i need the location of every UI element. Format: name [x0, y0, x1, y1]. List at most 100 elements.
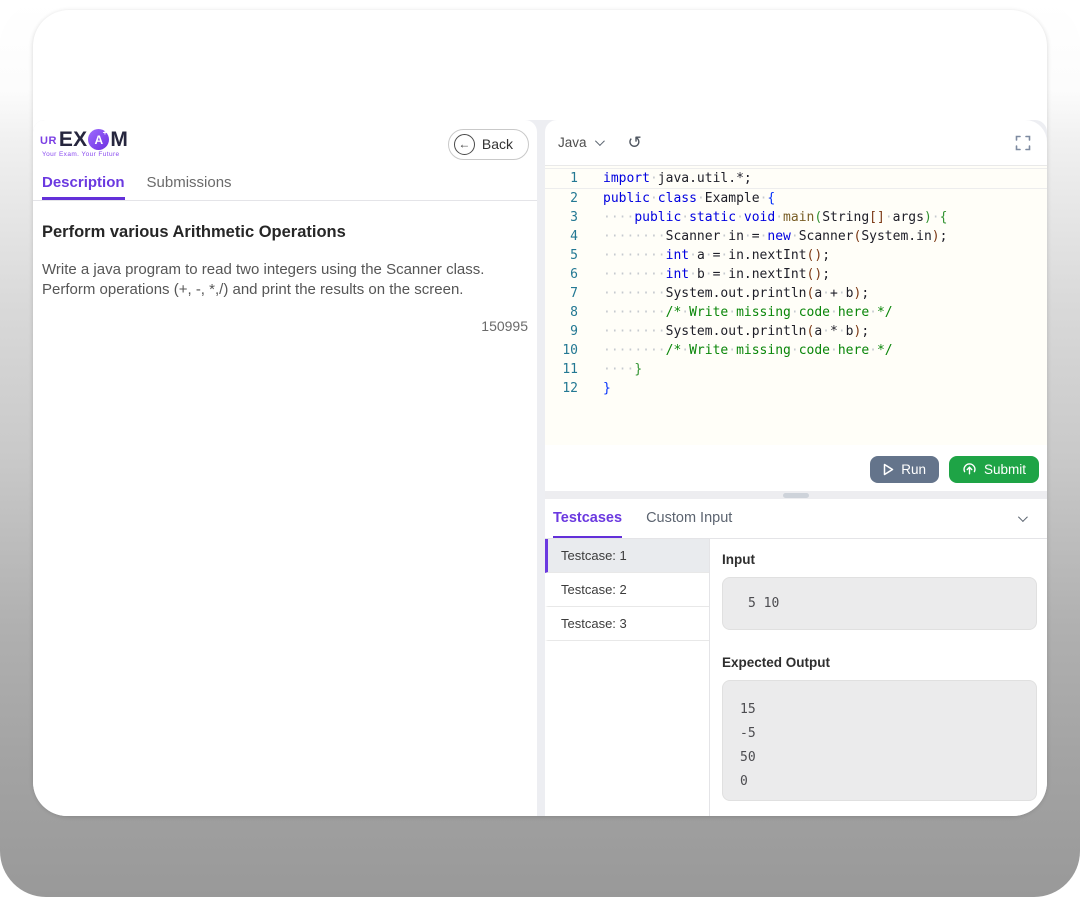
logo-plus: + [103, 129, 108, 137]
code-text: ········/*·Write·missing·code·here·*/ [603, 303, 893, 322]
expected-output-label: Expected Output [722, 655, 1037, 670]
whitespace-dot: · [736, 210, 744, 225]
code-token: ) [924, 210, 932, 225]
play-icon [883, 463, 894, 476]
whitespace-dot: · [603, 343, 611, 358]
code-line[interactable]: 12} [545, 379, 1047, 398]
testcase-detail: Input 5 10 Expected Output 15-5500 [710, 539, 1047, 816]
code-line[interactable]: 2public·class·Example·{ [545, 189, 1047, 208]
whitespace-dot: · [611, 362, 619, 377]
back-button[interactable]: ← Back [448, 129, 529, 160]
testcase-body: Testcase: 1Testcase: 2Testcase: 3 Input … [545, 539, 1047, 816]
collapse-chevron-icon[interactable] [1018, 512, 1028, 522]
back-button-label: Back [482, 136, 513, 152]
whitespace-dot: · [603, 267, 611, 282]
code-token: } [603, 381, 611, 396]
whitespace-dot: · [838, 324, 846, 339]
run-button[interactable]: Run [870, 456, 939, 483]
whitespace-dot: · [830, 305, 838, 320]
code-line[interactable]: 7········System.out.println(a·+·b); [545, 284, 1047, 303]
code-line[interactable]: 3····public·static·void·main(String[]·ar… [545, 208, 1047, 227]
code-token: + [830, 286, 838, 301]
whitespace-dot: · [603, 362, 611, 377]
panel-gutter [537, 120, 545, 816]
line-number: 5 [545, 246, 578, 265]
whitespace-dot: · [603, 210, 611, 225]
testcase-list-item[interactable]: Testcase: 3 [545, 607, 709, 641]
line-number: 4 [545, 227, 578, 246]
code-line[interactable]: 8········/*·Write·missing·code·here·*/ [545, 303, 1047, 322]
whitespace-dot: · [658, 324, 666, 339]
code-token: /* [666, 343, 682, 358]
whitespace-dot: · [603, 324, 611, 339]
code-token: in.nextInt [728, 267, 806, 282]
line-number: 10 [545, 341, 578, 360]
code-text: ········int·a·=·in.nextInt(); [603, 246, 830, 265]
whitespace-dot: · [885, 210, 893, 225]
whitespace-dot: · [634, 267, 642, 282]
code-text: public·class·Example·{ [603, 189, 775, 208]
code-token: import [603, 171, 650, 186]
code-token: a [814, 286, 822, 301]
code-token: /* [666, 305, 682, 320]
code-token: code [799, 343, 830, 358]
urexam-logo: urEXA+M Your Exam. Your Future [40, 129, 128, 159]
tab-submissions[interactable]: Submissions [147, 168, 232, 200]
code-token: new [767, 229, 790, 244]
tab-description[interactable]: Description [42, 168, 125, 200]
problem-panel-header: urEXA+M Your Exam. Your Future ← Back [33, 120, 537, 168]
code-token: ; [940, 229, 948, 244]
testcase-list-item[interactable]: Testcase: 2 [545, 573, 709, 607]
whitespace-dot: · [791, 305, 799, 320]
whitespace-dot: · [650, 305, 658, 320]
problem-description-section: Perform various Arithmetic Operations Wr… [33, 201, 537, 334]
code-line[interactable]: 1import·java.util.*; [545, 168, 1047, 189]
input-value-box: 5 10 [722, 577, 1037, 630]
whitespace-dot: · [634, 229, 642, 244]
code-line[interactable]: 6········int·b·=·in.nextInt(); [545, 265, 1047, 284]
whitespace-dot: · [681, 343, 689, 358]
whitespace-dot: · [658, 267, 666, 282]
code-token: ; [822, 248, 830, 263]
whitespace-dot: · [689, 248, 697, 263]
whitespace-dot: · [603, 305, 611, 320]
editor-panel: Java ↺ 1import·java.util.*;2public·class… [545, 120, 1047, 816]
code-line[interactable]: 10········/*·Write·missing·code·here·*/ [545, 341, 1047, 360]
code-token: main [783, 210, 814, 225]
fullscreen-icon[interactable] [1015, 135, 1031, 151]
code-token: Scanner [799, 229, 854, 244]
language-select[interactable]: Java [558, 135, 602, 150]
submit-button[interactable]: Submit [949, 456, 1039, 483]
code-editor[interactable]: 1import·java.util.*;2public·class·Exampl… [545, 166, 1047, 445]
logo-m: M [110, 129, 128, 150]
code-line[interactable]: 5········int·a·=·in.nextInt(); [545, 246, 1047, 265]
code-token: code [799, 305, 830, 320]
code-token: missing [736, 343, 791, 358]
problem-id: 150995 [42, 318, 528, 334]
whitespace-dot: · [642, 324, 650, 339]
reset-code-icon[interactable]: ↺ [628, 134, 642, 151]
input-label: Input [722, 552, 1037, 567]
whitespace-dot: · [791, 343, 799, 358]
code-line[interactable]: 11····} [545, 360, 1047, 379]
whitespace-dot: · [634, 305, 642, 320]
line-number: 7 [545, 284, 578, 303]
panel-resize-handle[interactable] [545, 491, 1047, 499]
tab-custom-input[interactable]: Custom Input [646, 499, 732, 538]
code-line[interactable]: 9········System.out.println(a·*·b); [545, 322, 1047, 341]
whitespace-dot: · [611, 305, 619, 320]
tab-testcases[interactable]: Testcases [553, 499, 622, 538]
whitespace-dot: · [634, 248, 642, 263]
code-line[interactable]: 4········Scanner·in·=·new·Scanner(System… [545, 227, 1047, 246]
problem-description: Write a java program to read two integer… [42, 260, 516, 300]
expected-output-line: -5 [740, 722, 1036, 746]
code-text: ····} [603, 360, 642, 379]
whitespace-dot: · [611, 286, 619, 301]
testcase-list-item[interactable]: Testcase: 1 [545, 539, 709, 573]
whitespace-dot: · [650, 229, 658, 244]
whitespace-dot: · [658, 305, 666, 320]
code-token: System.in [861, 229, 931, 244]
testcase-list: Testcase: 1Testcase: 2Testcase: 3 [545, 539, 710, 816]
whitespace-dot: · [611, 248, 619, 263]
whitespace-dot: · [822, 286, 830, 301]
